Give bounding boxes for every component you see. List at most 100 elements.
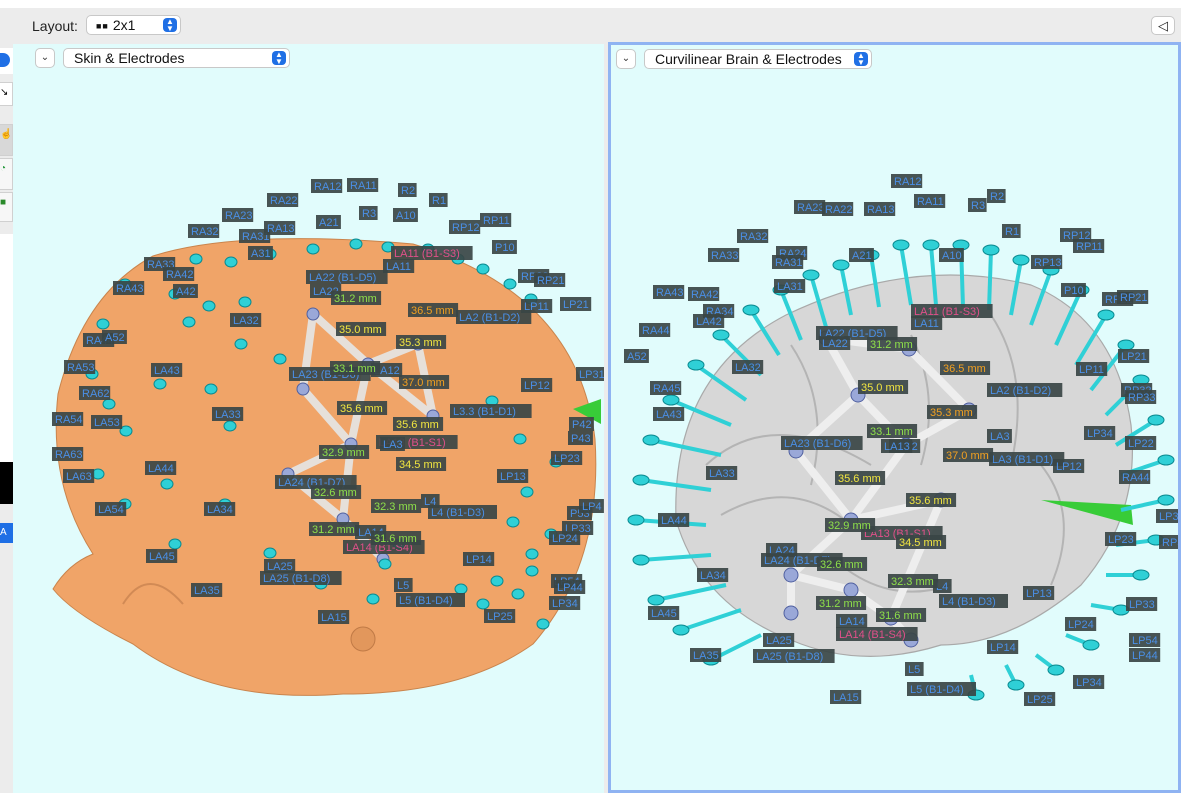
electrode-contact[interactable] [160,478,174,490]
electrode-head[interactable] [632,474,650,486]
expand-tool-button[interactable]: ↘ [0,82,13,106]
electrode-label-text: LP34 [1087,428,1113,440]
electrode-contact[interactable] [536,618,550,630]
electrode-label: RA45 [650,381,682,395]
electrode-contact[interactable] [189,253,203,265]
electrode-contact[interactable] [306,243,320,255]
view-menu-button[interactable]: ⌄ [616,49,636,69]
measurement-label-text: 35.0 mm [861,382,904,394]
electrode-head[interactable] [742,304,760,316]
electrode-head[interactable] [712,329,730,341]
electrode-contact[interactable] [102,398,116,410]
electrode-contact[interactable] [525,548,539,560]
electrode-head[interactable] [662,394,680,406]
electrode-head[interactable] [1157,454,1175,466]
electrode-contact[interactable] [378,558,392,570]
electrode-head[interactable] [632,554,650,566]
electrode-label-text: RA22 [270,195,298,207]
electrode-head[interactable] [1082,639,1100,651]
electrode-head[interactable] [647,594,665,606]
electrode-head[interactable] [982,244,1000,256]
measurement-label: 33.1 mm [330,361,381,375]
electrode-contact[interactable] [202,300,216,312]
electrode-head[interactable] [832,259,850,271]
toggle-a-button[interactable]: A [0,523,13,543]
electrode-contact[interactable] [454,583,468,595]
grid-contact[interactable] [783,567,799,583]
electrode-contact[interactable] [476,263,490,275]
electrode-contact[interactable] [168,538,182,550]
layout-select[interactable]: ■■ 2x1 ▲ ▼ [86,15,181,35]
electrode-label: RA53 [64,360,96,374]
electrode-label: LA2 (B1-D2) [987,383,1063,397]
electrode-contact[interactable] [234,338,248,350]
electrode-head[interactable] [672,624,690,636]
electrode-label-text: A31 [251,248,271,260]
electrode-head[interactable] [1157,494,1175,506]
electrode-head[interactable] [1117,339,1135,351]
skin-viewport[interactable]: RA12 RA11 R2 R1 RA22 RA23 RA32 RA31 RA13 A21 R3 A10… [13,44,604,793]
view-menu-button[interactable]: ⌄ [35,48,55,68]
electrode-label: RA23 [794,200,826,214]
measurement-label-text: 31.6 mm [879,610,922,622]
electrode-contact[interactable] [513,433,527,445]
measure-tool-icon[interactable]: ◔ [0,158,13,190]
brain-render[interactable]: RA12RA11 R3R2R1RA23 RA22 RA13RA32RA33 RA24RA… [611,45,1178,790]
electrode-head[interactable] [1097,309,1115,321]
electrode-contact[interactable] [503,278,517,290]
electrode-label: RA32 [188,224,220,238]
electrode-contact[interactable] [366,593,380,605]
electrode-contact[interactable] [153,378,167,390]
electrode-contact[interactable] [490,575,504,587]
cube-tool-icon[interactable]: ■ [0,192,13,222]
electrode-head[interactable] [642,434,660,446]
electrode-label-text: LA25 [766,635,792,647]
grid-contact[interactable] [843,582,859,598]
electrode-stem [680,608,742,632]
electrode-label-text: A52 [627,351,647,363]
electrode-head[interactable] [687,359,705,371]
electrode-contact[interactable] [273,353,287,365]
grid-contact[interactable] [296,382,310,396]
electrode-label: A52 [102,330,127,344]
electrode-contact[interactable] [96,318,110,330]
help-icon[interactable] [0,48,13,74]
electrode-head[interactable] [1047,664,1065,676]
electrode-contact[interactable] [506,516,520,528]
electrode-head[interactable] [627,514,645,526]
brain-viewport[interactable]: RA12 RA11 R3 R2 R1 RA23 RA22 RA13 RA32 RA33 RA24 RA… [608,42,1181,793]
electrode-contact[interactable] [349,238,363,250]
electrode-head[interactable] [922,239,940,251]
electrode-contact[interactable] [238,296,252,308]
electrode-contact[interactable] [263,547,277,559]
electrode-contact[interactable] [520,486,534,498]
electrode-head[interactable] [892,239,910,251]
electrode-label-text: LA34 [700,570,726,582]
grid-contact[interactable] [783,605,799,621]
electrode-head[interactable] [1012,254,1030,266]
measurement-label-text: 33.1 mm [870,426,913,438]
measurement-label: 32.6 mm [311,485,362,499]
view-type-select[interactable]: Skin & Electrodes ▲ ▼ [63,48,290,68]
electrode-label: A31 [248,246,273,260]
electrode-head[interactable] [1132,569,1150,581]
electrode-contact[interactable] [223,420,237,432]
electrode-contact[interactable] [204,383,218,395]
hand-pointer-tool-icon[interactable]: ☝ [0,124,13,156]
collapse-panel-button[interactable]: ◁ [1151,16,1175,35]
electrode-contact[interactable] [525,565,539,577]
electrode-contact[interactable] [182,316,196,328]
view-type-select[interactable]: Curvilinear Brain & Electrodes ▲ ▼ [644,49,872,69]
electrode-label-text: RP21 [1120,292,1148,304]
electrode-contact[interactable] [224,256,238,268]
electrode-head[interactable] [802,269,820,281]
grid-contact[interactable] [306,307,320,321]
electrode-head[interactable] [1007,679,1025,691]
skin-render[interactable]: RA12 RA11 R2R1RA22RA23RA32 RA31RA13 A21R3 A10… [13,44,604,793]
side-panel-slot [0,234,13,504]
electrode-label-text: LA45 [149,551,175,563]
electrode-label-text: RA23 [797,202,825,214]
electrode-head[interactable] [1147,414,1165,426]
electrode-contact[interactable] [511,588,525,600]
electrode-contact[interactable] [476,598,490,610]
